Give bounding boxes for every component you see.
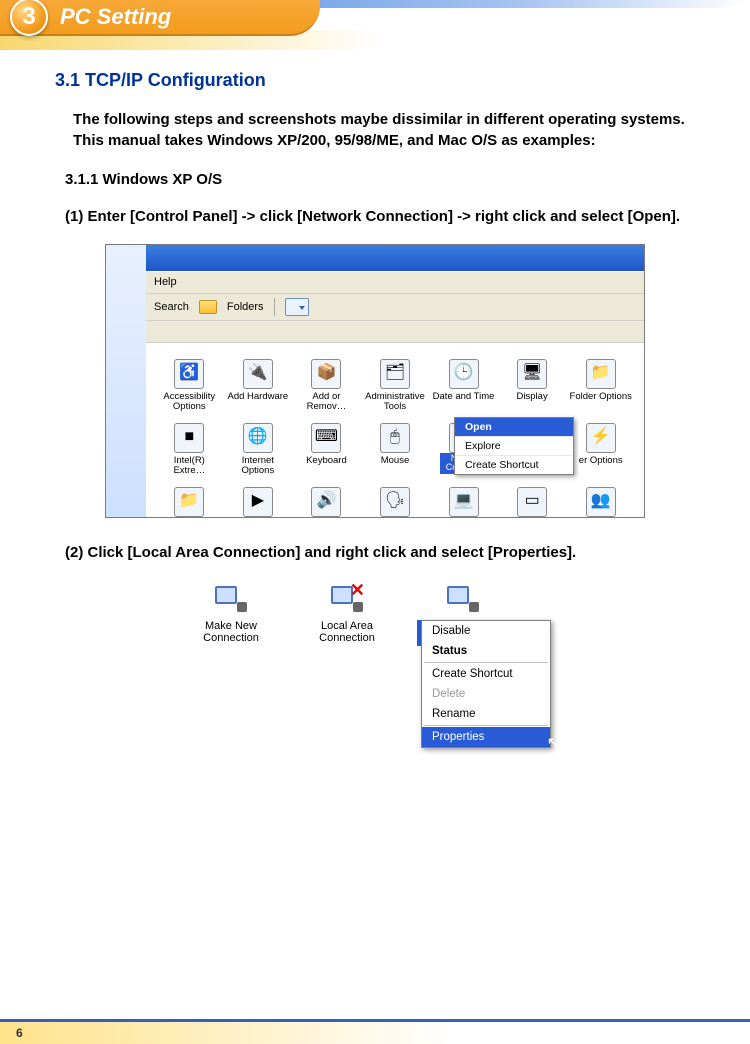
toolbar-search[interactable]: Search xyxy=(154,301,189,313)
context-menu-1: OpenExploreCreate Shortcut xyxy=(454,417,574,475)
step-1-text: (1) Enter [Control Panel] -> click [Netw… xyxy=(65,206,695,228)
views-icon[interactable] xyxy=(285,298,309,316)
cp-item-label: Accessibility Options xyxy=(158,392,221,412)
control-panel-item[interactable]: 🗣Speech xyxy=(364,487,427,518)
cp-item-label: Add or Remov… xyxy=(295,392,358,412)
context-menu-item[interactable]: Status xyxy=(422,641,550,661)
cursor-icon: ↖ xyxy=(547,733,560,753)
control-panel-item[interactable]: 📁Scheduled Tasks xyxy=(158,487,221,518)
context-menu-2: DisableStatus Create ShortcutDeleteRename… xyxy=(421,620,551,748)
control-panel-item[interactable]: 💻System xyxy=(432,487,495,518)
network-connection-icon xyxy=(211,582,251,616)
context-menu-item: Delete xyxy=(422,684,550,704)
cp-item-icon: ♿ xyxy=(174,359,204,389)
toolbar-folders[interactable]: Folders xyxy=(227,301,264,313)
control-panel-item[interactable]: ⚡ er Options xyxy=(569,423,632,479)
cp-item-label: Add Hardware xyxy=(227,392,288,402)
cp-item-label: Mouse xyxy=(381,456,410,466)
context-menu-item[interactable]: Explore xyxy=(455,437,573,456)
cp-item-label: er Options xyxy=(579,456,623,466)
disconnected-x-icon: ✕ xyxy=(350,580,365,601)
footer: 6 xyxy=(0,1019,750,1044)
control-panel-item[interactable]: 🖥 Display xyxy=(501,359,564,415)
network-connection-icon xyxy=(443,582,483,616)
control-panel-item[interactable]: ⌨ Keyboard xyxy=(295,423,358,479)
network-connection-item[interactable]: Make New Connection xyxy=(185,582,277,646)
step-2-text: (2) Click [Local Area Connection] and ri… xyxy=(65,542,695,564)
context-menu-item[interactable]: Open xyxy=(455,418,573,437)
context-menu-separator xyxy=(424,725,548,726)
xp-sidebar xyxy=(106,245,146,517)
cp-item-icon: ▭ xyxy=(517,487,547,517)
cp-item-icon: 💻 xyxy=(449,487,479,517)
page-number: 6 xyxy=(16,1026,23,1040)
cp-item-icon: 🗂 xyxy=(380,359,410,389)
control-panel-item[interactable]: 🌐 Internet Options xyxy=(227,423,290,479)
control-panel-item[interactable]: 📦 Add or Remov… xyxy=(295,359,358,415)
cp-item-icon: 🗣 xyxy=(380,487,410,517)
cp-item-label: Date and Time xyxy=(433,392,495,402)
cp-item-icon: 🔌 xyxy=(243,359,273,389)
cp-item-icon: 🖱 xyxy=(380,423,410,453)
control-panel-item[interactable]: ▭Taskbar and Start Menu xyxy=(501,487,564,518)
context-menu-item[interactable]: Properties↖ xyxy=(422,727,550,747)
screenshot-network-connections: Make New Connection ✕ Local Area Connectio… xyxy=(185,582,565,646)
cp-item-icon: ⚡ xyxy=(586,423,616,453)
cp-item-label: Intel(R) Extre… xyxy=(158,456,221,476)
control-panel-item[interactable]: 👥User Accounts xyxy=(569,487,632,518)
cp-item-icon: ⌨ xyxy=(311,423,341,453)
chapter-header: 3 PC Setting xyxy=(0,0,750,50)
control-panel-item[interactable]: 📁 Folder Options xyxy=(569,359,632,415)
cp-item-icon: 📁 xyxy=(174,487,204,517)
network-connection-label: Local Area Connection xyxy=(301,620,393,644)
control-panel-item[interactable]: 🕒 Date and Time xyxy=(432,359,495,415)
chapter-title: PC Setting xyxy=(60,4,171,30)
subsection-heading-3-1-1: 3.1.1 Windows XP O/S xyxy=(65,171,695,188)
context-menu-item[interactable]: Create Shortcut xyxy=(422,664,550,684)
context-menu-item[interactable]: Create Shortcut xyxy=(455,456,573,474)
cp-item-icon: 👥 xyxy=(586,487,616,517)
control-panel-item[interactable]: 🗂 Administrative Tools xyxy=(364,359,427,415)
context-menu-item[interactable]: Rename xyxy=(422,704,550,724)
section-body: 3.1 TCP/IP Configuration The following s… xyxy=(0,50,750,646)
cp-item-label: Folder Options xyxy=(570,392,632,402)
cp-item-icon: 🌐 xyxy=(243,423,273,453)
cp-item-label: Administrative Tools xyxy=(364,392,427,412)
network-connection-icon: ✕ xyxy=(327,582,367,616)
control-panel-item[interactable]: ■ Intel(R) Extre… xyxy=(158,423,221,479)
folder-icon xyxy=(199,300,217,314)
chapter-number-badge: 3 xyxy=(10,0,48,36)
control-panel-item[interactable]: ♿ Accessibility Options xyxy=(158,359,221,415)
window-titlebar xyxy=(146,245,644,271)
cp-item-label: Internet Options xyxy=(227,456,290,476)
menubar: Help xyxy=(146,271,644,293)
cp-item-icon: 🖥 xyxy=(517,359,547,389)
section-heading-3-1: 3.1 TCP/IP Configuration xyxy=(55,70,695,91)
control-panel-item[interactable]: 🖱 Mouse xyxy=(364,423,427,479)
cp-item-icon: 🕒 xyxy=(449,359,479,389)
cp-item-icon: 📦 xyxy=(311,359,341,389)
context-menu-separator xyxy=(424,662,548,663)
control-panel-item[interactable]: ▶SoundMAX xyxy=(227,487,290,518)
control-panel-item[interactable]: 🔌 Add Hardware xyxy=(227,359,290,415)
cp-item-label: Display xyxy=(517,392,548,402)
screenshot-control-panel: Help Search Folders ♿ Accessibility Optio… xyxy=(105,244,645,518)
menu-help[interactable]: Help xyxy=(154,276,177,288)
cp-item-icon: 🔊 xyxy=(311,487,341,517)
context-menu-item[interactable]: Disable xyxy=(422,621,550,641)
network-connection-item[interactable]: ✕ Local Area Connection xyxy=(301,582,393,646)
cp-item-icon: ■ xyxy=(174,423,204,453)
address-bar xyxy=(146,321,644,343)
cp-item-icon: 📁 xyxy=(586,359,616,389)
intro-paragraph: The following steps and screenshots mayb… xyxy=(73,109,695,151)
control-panel-item[interactable]: 🔊Sounds and Audio Devices xyxy=(295,487,358,518)
orange-band: 3 PC Setting xyxy=(0,0,320,36)
cp-item-icon: ▶ xyxy=(243,487,273,517)
toolbar: Search Folders xyxy=(146,293,644,321)
cp-item-label: Keyboard xyxy=(306,456,347,466)
network-connection-label: Make New Connection xyxy=(185,620,277,644)
